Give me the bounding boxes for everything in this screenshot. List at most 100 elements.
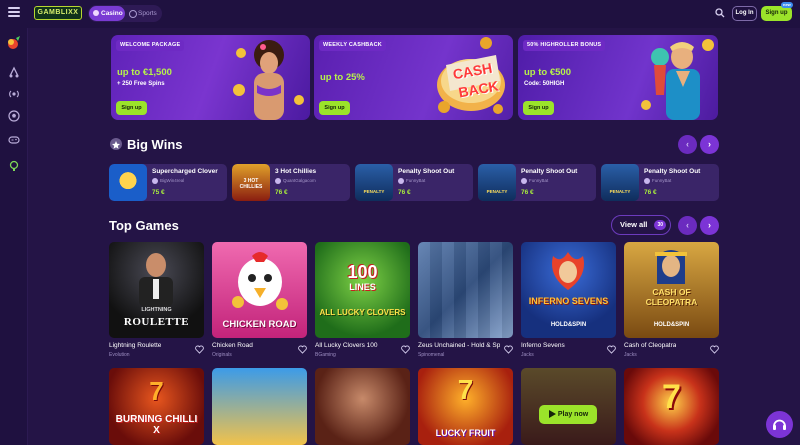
promo-subline: Code: 50HIGH bbox=[524, 81, 565, 87]
game-tile[interactable]: 7 bbox=[624, 368, 719, 445]
soccer-ball-icon[interactable] bbox=[8, 110, 20, 122]
game-name: Lightning Roulette bbox=[109, 342, 162, 349]
top-bar: GAMBLIXX Casino Sports Log In Sign up ne… bbox=[0, 0, 800, 28]
favorite-heart-icon[interactable] bbox=[607, 345, 616, 354]
game-art-text: CASH OF CLEOPATRA bbox=[645, 287, 698, 307]
big-win-card[interactable]: 3 HOT CHILLIES 3 Hot Chillies QuantGalga… bbox=[232, 164, 350, 201]
game-thumbnail: 7 BURNING CHILLI X bbox=[109, 368, 204, 445]
big-win-thumbnail: 3 HOT CHILLIES bbox=[232, 164, 270, 201]
game-thumbnail: CASH OF CLEOPATRA HOLD&SPIN bbox=[624, 242, 719, 338]
promo-headline: up to 25% bbox=[320, 72, 365, 83]
game-thumbnail: 100 LINES ALL LUCKY CLOVERS bbox=[315, 242, 410, 338]
casino-chip-icon[interactable] bbox=[5, 36, 21, 50]
promo-highroller-bonus[interactable]: 50% HIGHROLLER BONUS up to €500 Code: 50… bbox=[518, 35, 718, 120]
big-win-card[interactable]: PENALTY Penalty Shoot Out FunnyBat 76 € bbox=[355, 164, 473, 201]
game-tile[interactable]: 7 LUCKY FRUIT bbox=[418, 368, 513, 445]
top-games-title: Top Games bbox=[109, 218, 179, 233]
casino-sports-switch: Casino Sports bbox=[88, 5, 162, 22]
support-icon[interactable] bbox=[8, 160, 20, 172]
view-all-count-badge: 30 bbox=[654, 220, 666, 230]
big-win-user: FunnyBat bbox=[521, 178, 548, 184]
big-win-user: FunnyBat bbox=[644, 178, 671, 184]
game-tile[interactable]: CASH OF CLEOPATRA HOLD&SPIN Cash of Cleo… bbox=[624, 242, 719, 358]
game-tile[interactable] bbox=[315, 368, 410, 445]
big-win-card[interactable]: Supercharged Clover BigWin4real 75 € bbox=[109, 164, 227, 201]
promo-signup-button[interactable]: Sign up bbox=[116, 101, 147, 115]
favorite-heart-icon[interactable] bbox=[195, 345, 204, 354]
big-win-card[interactable]: PENALTY Penalty Shoot Out FunnyBat 76 € bbox=[601, 164, 719, 201]
new-badge: new bbox=[781, 2, 793, 8]
big-win-user: BigWin4real bbox=[152, 178, 184, 184]
promo-welcome-package[interactable]: WELCOME PACKAGE up to €1,500 + 250 Free … bbox=[111, 35, 310, 120]
tab-casino[interactable]: Casino bbox=[89, 6, 125, 21]
game-name: Zeus Unchained - Hold & Spin bbox=[418, 342, 500, 349]
signup-button[interactable]: Sign up bbox=[761, 6, 792, 21]
search-icon[interactable] bbox=[715, 8, 725, 18]
promo-signup-button[interactable]: Sign up bbox=[523, 101, 554, 115]
game-name: Inferno Sevens bbox=[521, 342, 565, 349]
game-thumbnail: CHICKEN ROAD bbox=[212, 242, 307, 338]
site-logo[interactable]: GAMBLIXX bbox=[34, 6, 82, 20]
big-win-game: 3 Hot Chillies bbox=[275, 168, 317, 175]
thumbnail-art-text: PENALTY bbox=[363, 189, 385, 194]
favorite-heart-icon[interactable] bbox=[710, 345, 719, 354]
thumbnail-art-text: PENALTY bbox=[609, 189, 631, 194]
big-win-game: Penalty Shoot Out bbox=[644, 168, 701, 175]
big-win-amount: 76 € bbox=[521, 189, 534, 196]
game-art-text: ROULETTE bbox=[123, 316, 190, 328]
gamepad-icon[interactable] bbox=[8, 134, 20, 146]
top-games-next-button[interactable]: › bbox=[700, 216, 719, 235]
game-art-text: 100 bbox=[347, 262, 378, 282]
game-name: Cash of Cleopatra bbox=[624, 342, 677, 349]
favorite-heart-icon[interactable] bbox=[298, 345, 307, 354]
big-win-card[interactable]: PENALTY Penalty Shoot Out FunnyBat 76 € bbox=[478, 164, 596, 201]
game-tile[interactable]: LIGHTNING ROULETTE Lightning Roulette Ev… bbox=[109, 242, 204, 358]
login-button[interactable]: Log In bbox=[732, 6, 757, 21]
big-win-game: Supercharged Clover bbox=[152, 168, 218, 175]
big-win-thumbnail: PENALTY bbox=[601, 164, 639, 201]
big-win-user: FunnyBat bbox=[398, 178, 425, 184]
thumbnail-art-text: 3 HOT CHILLIES bbox=[239, 178, 263, 190]
promo-badge: 50% HIGHROLLER BONUS bbox=[523, 40, 606, 51]
big-wins-next-button[interactable]: › bbox=[700, 135, 719, 154]
hamburger-menu-icon[interactable] bbox=[8, 7, 20, 18]
game-art-text: 7 bbox=[662, 378, 681, 416]
promo-weekly-cashback[interactable]: WEEKLY CASHBACK up to 25% CASH BACK Sign… bbox=[314, 35, 513, 120]
game-provider: BGaming bbox=[315, 352, 336, 358]
top-games-prev-button[interactable]: ‹ bbox=[678, 216, 697, 235]
game-art-text: HOLD&SPIN bbox=[550, 322, 587, 328]
game-thumbnail: LIGHTNING ROULETTE bbox=[109, 242, 204, 338]
game-tile[interactable]: 100 LINES ALL LUCKY CLOVERS All Lucky Cl… bbox=[315, 242, 410, 358]
promo-signup-button[interactable]: Sign up bbox=[319, 101, 350, 115]
game-provider: Evolution bbox=[109, 352, 130, 358]
game-art-text: 7 bbox=[149, 376, 164, 406]
game-name: All Lucky Clovers 100 bbox=[315, 342, 378, 349]
game-art-text: INFERNO SEVENS bbox=[528, 296, 609, 306]
play-now-button[interactable]: Play now bbox=[539, 405, 597, 424]
game-art-text: CHICKEN ROAD bbox=[222, 319, 297, 330]
highroller-character-illustration bbox=[641, 39, 714, 120]
game-tile[interactable] bbox=[212, 368, 307, 445]
sidebar bbox=[0, 28, 28, 445]
live-chat-button[interactable] bbox=[766, 411, 793, 438]
game-thumbnail: 7 LUCKY FRUIT bbox=[418, 368, 513, 445]
game-art-text: 7 bbox=[457, 374, 474, 405]
live-icon[interactable] bbox=[8, 88, 20, 100]
game-tile[interactable]: 7 BURNING CHILLI X bbox=[109, 368, 204, 445]
favorite-heart-icon[interactable] bbox=[504, 345, 513, 354]
game-name: Chicken Road bbox=[212, 342, 253, 349]
game-provider: Spinomenal bbox=[418, 352, 445, 358]
view-all-button[interactable]: View all 30 bbox=[611, 215, 671, 235]
game-tile[interactable]: Play now bbox=[521, 368, 616, 445]
game-art-text: LIGHTNING bbox=[141, 307, 172, 313]
thumbnail-art-text: PENALTY bbox=[486, 189, 508, 194]
tab-sports[interactable]: Sports bbox=[128, 6, 157, 21]
big-wins-title: Big Wins bbox=[127, 137, 183, 152]
favorite-heart-icon[interactable] bbox=[401, 345, 410, 354]
game-tile[interactable]: INFERNO SEVENS HOLD&SPIN Inferno Sevens … bbox=[521, 242, 616, 358]
big-wins-prev-button[interactable]: ‹ bbox=[678, 135, 697, 154]
game-tile[interactable]: Zeus Unchained - Hold & Spin Spinomenal bbox=[418, 242, 513, 358]
game-thumbnail: Play now bbox=[521, 368, 616, 445]
sports-icon[interactable] bbox=[8, 66, 20, 78]
game-tile[interactable]: CHICKEN ROAD Chicken Road Originals bbox=[212, 242, 307, 358]
